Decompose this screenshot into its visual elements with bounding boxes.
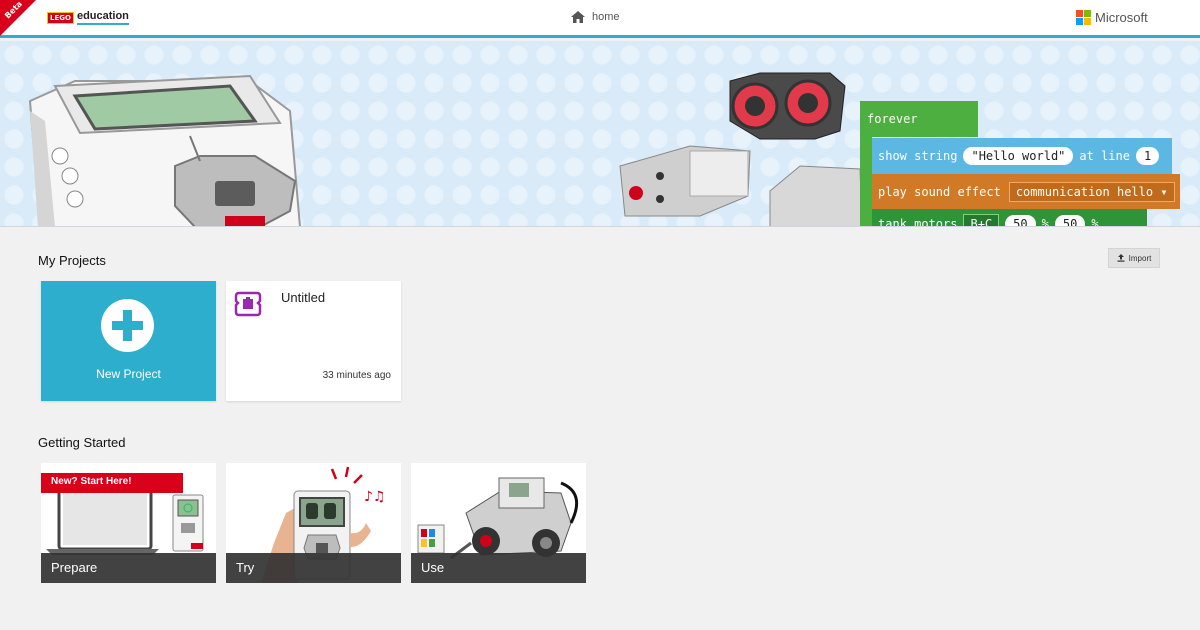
- use-card[interactable]: Use: [411, 463, 586, 583]
- import-button[interactable]: Import: [1108, 248, 1160, 268]
- show-string-block: show string "Hello world" at line 1: [872, 138, 1172, 174]
- try-label: Try: [226, 553, 401, 583]
- brand-wordmark: education: [76, 10, 129, 25]
- home-button[interactable]: home: [571, 11, 620, 23]
- lego-education-logo[interactable]: LEGO education: [47, 10, 129, 25]
- prepare-label: Prepare: [41, 553, 216, 583]
- forever-block: forever: [860, 101, 978, 137]
- hero-banner: forever show string "Hello world" at lin…: [0, 41, 1200, 227]
- ev3-brick-project-icon: [234, 291, 262, 317]
- home-label: home: [592, 11, 620, 23]
- home-icon: [571, 11, 585, 23]
- play-sound-block: play sound effect communication hello ▾: [872, 174, 1180, 209]
- prepare-card[interactable]: New? Start Here! Prepare: [41, 463, 216, 583]
- try-card[interactable]: ♪♫ Try: [226, 463, 401, 583]
- new-project-label: New Project: [96, 367, 161, 381]
- top-bar: Beta LEGO education home Microsoft: [0, 0, 1200, 38]
- my-projects-heading: My Projects: [38, 253, 106, 268]
- forever-block-arm: [860, 137, 872, 226]
- new-start-here-ribbon: New? Start Here!: [41, 473, 183, 493]
- motor-illustration: [769, 165, 863, 226]
- lego-badge: LEGO: [47, 11, 74, 24]
- ev3-brick-illustration: [28, 74, 301, 226]
- sound-dropdown: communication hello ▾: [1008, 181, 1175, 202]
- getting-started-heading: Getting Started: [38, 435, 126, 450]
- microsoft-wordmark: Microsoft: [1095, 10, 1148, 25]
- project-title: Untitled: [281, 290, 326, 305]
- touch-sensor-illustration: [619, 145, 751, 217]
- svg-text:♪♫: ♪♫: [364, 489, 386, 505]
- use-label: Use: [411, 553, 586, 583]
- tank-motors-block: tank motors B+C 50 % 50 %: [872, 209, 1147, 226]
- project-timestamp: 33 minutes ago: [322, 370, 391, 381]
- microsoft-squares-icon: [1076, 10, 1091, 25]
- ultrasonic-sensor-illustration: [729, 72, 846, 140]
- new-project-card[interactable]: New Project: [41, 281, 216, 401]
- upload-icon: [1117, 254, 1125, 262]
- plus-icon: [101, 299, 154, 352]
- project-card[interactable]: Untitled 33 minutes ago: [226, 281, 401, 401]
- microsoft-logo[interactable]: Microsoft: [1076, 10, 1148, 25]
